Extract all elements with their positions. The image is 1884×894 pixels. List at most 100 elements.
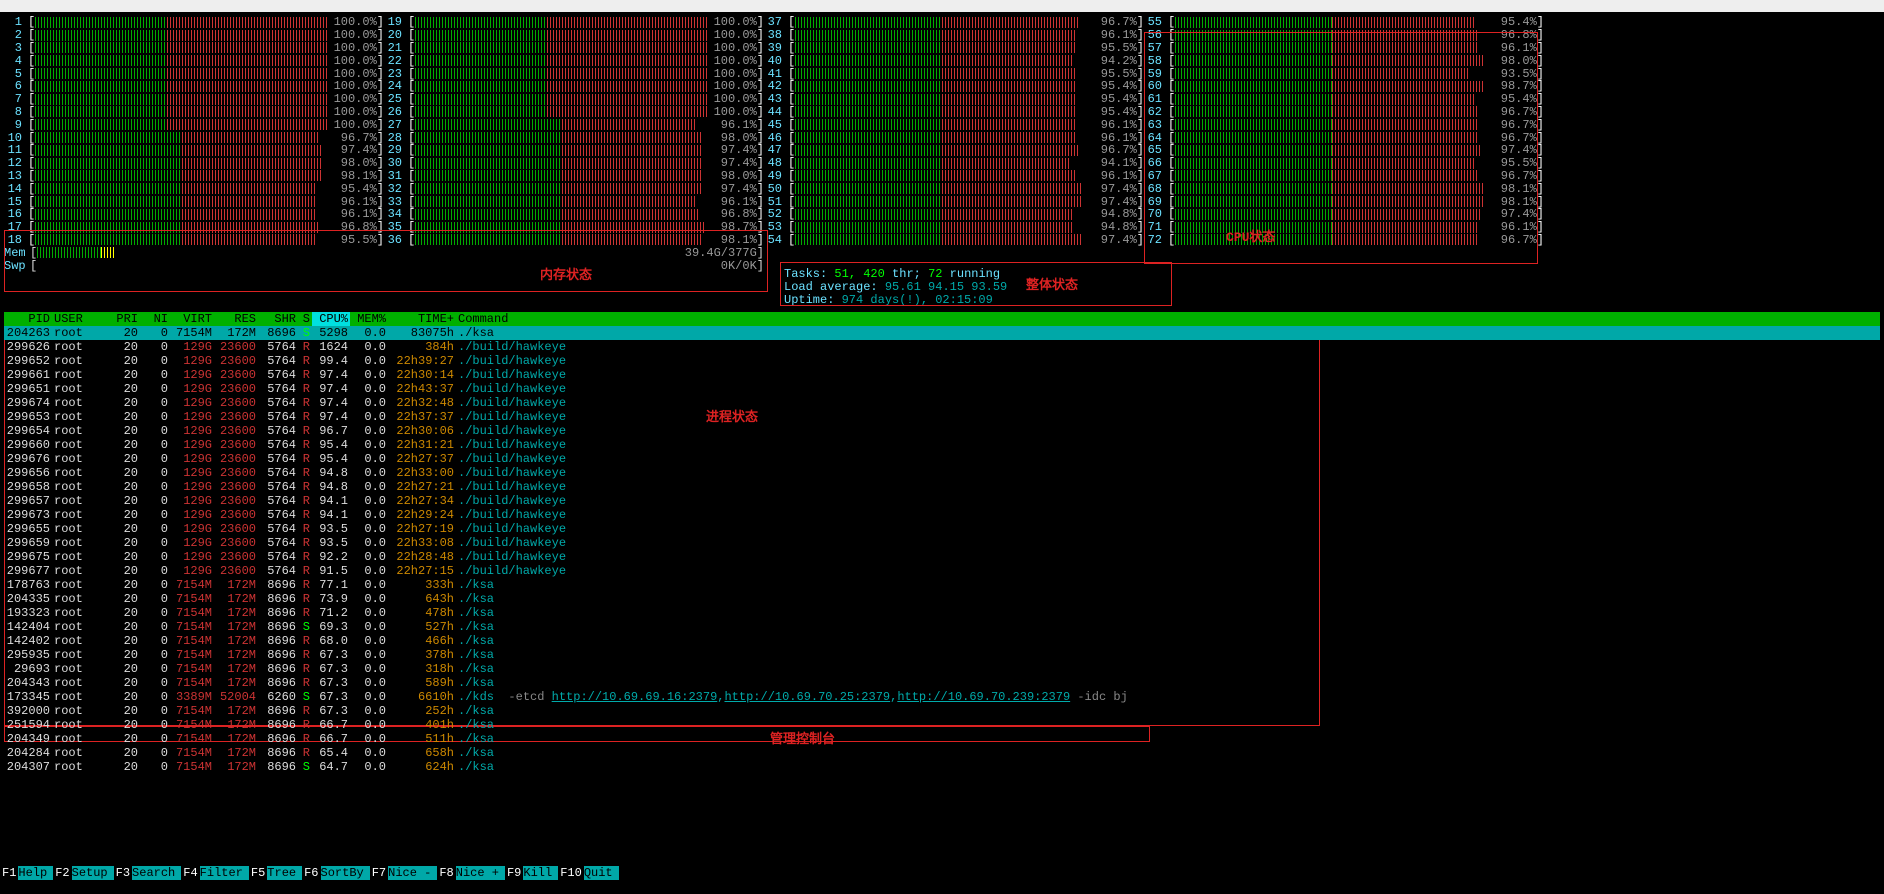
window-titlebar bbox=[0, 0, 1884, 12]
fkey-F4: F4 bbox=[181, 866, 199, 880]
process-table[interactable]: PIDUSER PRINI VIRTRES SHRS CPU% MEM%TIME… bbox=[4, 312, 1880, 774]
table-row[interactable]: 299653root200129G236005764R97.40.022h37:… bbox=[4, 410, 1880, 424]
flabel-search[interactable]: Search bbox=[132, 866, 181, 880]
table-row[interactable]: 299652root200129G236005764R99.40.022h39:… bbox=[4, 354, 1880, 368]
cpu-meter-2: 2[100.0%] bbox=[4, 29, 384, 42]
cpu-meter-46: 46[96.1%] bbox=[764, 131, 1144, 144]
table-row[interactable]: 299655root200129G236005764R93.50.022h27:… bbox=[4, 522, 1880, 536]
cpu-meter-48: 48[94.1%] bbox=[764, 157, 1144, 170]
table-row[interactable]: 299651root200129G236005764R97.40.022h43:… bbox=[4, 382, 1880, 396]
flabel-sortby[interactable]: SortBy bbox=[321, 866, 370, 880]
cpu-meter-47: 47[96.7%] bbox=[764, 144, 1144, 157]
swp-value: 0K/0K bbox=[677, 259, 757, 273]
cpu-meter-24: 24[100.0%] bbox=[384, 80, 764, 93]
table-row[interactable]: 299656root200129G236005764R94.80.022h33:… bbox=[4, 466, 1880, 480]
cpu-meter-3: 3[100.0%] bbox=[4, 42, 384, 55]
table-row[interactable]: 299675root200129G236005764R92.20.022h28:… bbox=[4, 550, 1880, 564]
table-row[interactable]: 299661root200129G236005764R97.40.022h30:… bbox=[4, 368, 1880, 382]
table-row[interactable]: 299654root200129G236005764R96.70.022h30:… bbox=[4, 424, 1880, 438]
flabel-help[interactable]: Help bbox=[18, 866, 53, 880]
cpu-meter-60: 60[98.7%] bbox=[1144, 80, 1544, 93]
table-row[interactable]: 204284root2007154M172M8696R65.40.0658h./… bbox=[4, 746, 1880, 760]
cpu-meters: 1[100.0%]2[100.0%]3[100.0%]4[100.0%]5[10… bbox=[4, 16, 1544, 246]
cpu-meter-33: 33[96.1%] bbox=[384, 195, 764, 208]
cpu-meter-52: 52[94.8%] bbox=[764, 208, 1144, 221]
cpu-meter-31: 31[98.0%] bbox=[384, 170, 764, 183]
table-row[interactable]: 299676root200129G236005764R95.40.022h27:… bbox=[4, 452, 1880, 466]
terminal[interactable]: 1[100.0%]2[100.0%]3[100.0%]4[100.0%]5[10… bbox=[0, 12, 1884, 894]
fkey-F10: F10 bbox=[558, 866, 584, 880]
cpu-meter-61: 61[95.4%] bbox=[1144, 93, 1544, 106]
flabel-setup[interactable]: Setup bbox=[72, 866, 114, 880]
cpu-meter-16: 16[96.1%] bbox=[4, 208, 384, 221]
table-row[interactable]: 299660root200129G236005764R95.40.022h31:… bbox=[4, 438, 1880, 452]
table-row[interactable]: 173345root2003389M520046260S67.30.06610h… bbox=[4, 690, 1880, 704]
table-row[interactable]: 299658root200129G236005764R94.80.022h27:… bbox=[4, 480, 1880, 494]
cpu-meter-6: 6[100.0%] bbox=[4, 80, 384, 93]
cpu-meter-69: 69[98.1%] bbox=[1144, 195, 1544, 208]
flabel-nice -[interactable]: Nice - bbox=[388, 866, 437, 880]
cpu-meter-27: 27[96.1%] bbox=[384, 118, 764, 131]
table-row[interactable]: 204263root2007154M172M8696S52980.083075h… bbox=[4, 326, 1880, 340]
table-row[interactable]: 299626root200129G236005764R16240.0384h./… bbox=[4, 340, 1880, 354]
cpu-meter-32: 32[97.4%] bbox=[384, 182, 764, 195]
fkey-F9: F9 bbox=[505, 866, 523, 880]
cpu-meter-36: 36[98.1%] bbox=[384, 234, 764, 247]
flabel-quit[interactable]: Quit bbox=[584, 866, 619, 880]
flabel-kill[interactable]: Kill bbox=[523, 866, 558, 880]
flabel-filter[interactable]: Filter bbox=[200, 866, 249, 880]
cpu-meter-64: 64[96.7%] bbox=[1144, 131, 1544, 144]
cpu-meter-13: 13[98.1%] bbox=[4, 170, 384, 183]
table-row[interactable]: 251594root2007154M172M8696R66.70.0401h./… bbox=[4, 718, 1880, 732]
cpu-meter-70: 70[97.4%] bbox=[1144, 208, 1544, 221]
swap-meter: Swp [ 0K/0K ] bbox=[4, 259, 764, 272]
memory-meter: Mem [ 39.4G/377G ] bbox=[4, 246, 764, 259]
fkey-F8: F8 bbox=[437, 866, 455, 880]
cpu-meter-19: 19[100.0%] bbox=[384, 16, 764, 29]
cpu-meter-71: 71[96.1%] bbox=[1144, 221, 1544, 234]
cpu-meter-43: 43[95.4%] bbox=[764, 93, 1144, 106]
table-row[interactable]: 204343root2007154M172M8696R67.30.0589h./… bbox=[4, 676, 1880, 690]
table-header[interactable]: PIDUSER PRINI VIRTRES SHRS CPU% MEM%TIME… bbox=[4, 312, 1880, 326]
cpu-meter-68: 68[98.1%] bbox=[1144, 182, 1544, 195]
table-row[interactable]: 299677root200129G236005764R91.50.022h27:… bbox=[4, 564, 1880, 578]
table-row[interactable]: 204335root2007154M172M8696R73.90.0643h./… bbox=[4, 592, 1880, 606]
cpu-meter-37: 37[96.7%] bbox=[764, 16, 1144, 29]
cpu-meter-39: 39[95.5%] bbox=[764, 42, 1144, 55]
cpu-meter-35: 35[98.7%] bbox=[384, 221, 764, 234]
fkey-F2: F2 bbox=[53, 866, 71, 880]
cpu-meter-54: 54[97.4%] bbox=[764, 234, 1144, 247]
table-row[interactable]: 204349root2007154M172M8696R66.70.0511h./… bbox=[4, 732, 1880, 746]
cpu-meter-30: 30[97.4%] bbox=[384, 157, 764, 170]
cpu-meter-38: 38[96.1%] bbox=[764, 29, 1144, 42]
cpu-meter-63: 63[96.7%] bbox=[1144, 118, 1544, 131]
cpu-meter-1: 1[100.0%] bbox=[4, 16, 384, 29]
cpu-meter-4: 4[100.0%] bbox=[4, 54, 384, 67]
cpu-meter-25: 25[100.0%] bbox=[384, 93, 764, 106]
table-row[interactable]: 29693root2007154M172M8696R67.30.0318h./k… bbox=[4, 662, 1880, 676]
table-row[interactable]: 295935root2007154M172M8696R67.30.0378h./… bbox=[4, 648, 1880, 662]
cpu-meter-34: 34[96.8%] bbox=[384, 208, 764, 221]
sort-column[interactable]: CPU% bbox=[312, 312, 350, 326]
fkey-F7: F7 bbox=[370, 866, 388, 880]
table-row[interactable]: 193323root2007154M172M8696R71.20.0478h./… bbox=[4, 606, 1880, 620]
table-row[interactable]: 299674root200129G236005764R97.40.022h32:… bbox=[4, 396, 1880, 410]
table-row[interactable]: 142402root2007154M172M8696R68.00.0466h./… bbox=[4, 634, 1880, 648]
cpu-meter-72: 72[96.7%] bbox=[1144, 234, 1544, 247]
cpu-meter-51: 51[97.4%] bbox=[764, 195, 1144, 208]
table-row[interactable]: 178763root2007154M172M8696R77.10.0333h./… bbox=[4, 578, 1880, 592]
flabel-tree[interactable]: Tree bbox=[267, 866, 302, 880]
table-row[interactable]: 299657root200129G236005764R94.10.022h27:… bbox=[4, 494, 1880, 508]
table-row[interactable]: 142404root2007154M172M8696S69.30.0527h./… bbox=[4, 620, 1880, 634]
footer-bar[interactable]: F1HelpF2SetupF3SearchF4FilterF5TreeF6Sor… bbox=[0, 866, 1884, 880]
cpu-meter-11: 11[97.4%] bbox=[4, 144, 384, 157]
cpu-meter-10: 10[96.7%] bbox=[4, 131, 384, 144]
table-row[interactable]: 204307root2007154M172M8696S64.70.0624h./… bbox=[4, 760, 1880, 774]
table-row[interactable]: 392000root2007154M172M8696R67.30.0252h./… bbox=[4, 704, 1880, 718]
table-row[interactable]: 299673root200129G236005764R94.10.022h29:… bbox=[4, 508, 1880, 522]
flabel-nice +[interactable]: Nice + bbox=[456, 866, 505, 880]
fkey-F5: F5 bbox=[249, 866, 267, 880]
process-table-wrap: PIDUSER PRINI VIRTRES SHRS CPU% MEM%TIME… bbox=[4, 312, 1880, 774]
cpu-meter-40: 40[94.2%] bbox=[764, 54, 1144, 67]
table-row[interactable]: 299659root200129G236005764R93.50.022h33:… bbox=[4, 536, 1880, 550]
